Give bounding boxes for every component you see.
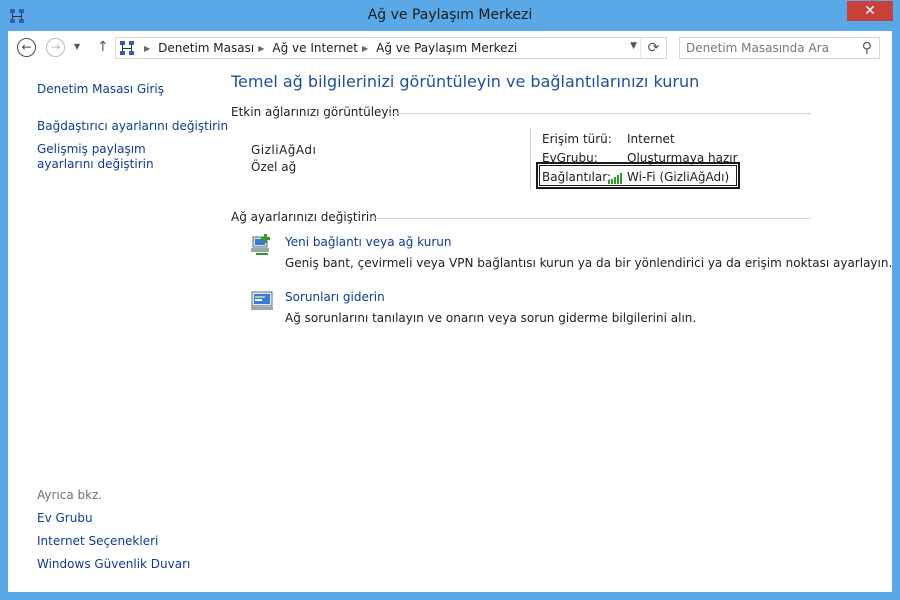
network-name: GizliAğAdı: [251, 143, 317, 157]
troubleshoot-description: Ağ sorunlarını tanılayın ve onarın veya …: [285, 311, 697, 325]
see-also-label: Ayrıca bkz.: [37, 488, 103, 502]
network-info-divider: [530, 128, 531, 190]
breadcrumb-separator-icon[interactable]: ▶: [362, 44, 368, 53]
arrow-up-icon: ↑: [97, 39, 109, 55]
close-button[interactable]: ✕: [847, 1, 893, 21]
page-title: Temel ağ bilgilerinizi görüntüleyin ve b…: [231, 72, 700, 91]
recent-locations-button[interactable]: ▼: [74, 42, 80, 51]
forward-button[interactable]: →: [46, 38, 65, 57]
window-frame: Ağ ve Paylaşım Merkezi ✕ ← → ▼ ↑ ▶ Deneti…: [0, 0, 900, 600]
breadcrumb-item[interactable]: Ağ ve Internet: [272, 41, 358, 55]
network-type: Özel ağ: [251, 160, 297, 174]
window-content: ← → ▼ ↑ ▶ Denetim Masası ▶ Ağ ve Internet ▶ A…: [8, 31, 892, 592]
section-divider: [370, 218, 811, 219]
sidebar-link-adapter-settings[interactable]: Bağdaştırıcı ayarlarını değiştirin: [37, 119, 228, 134]
arrow-right-icon: →: [50, 40, 61, 54]
chevron-down-icon: ▼: [74, 42, 81, 51]
sidebar-link-firewall[interactable]: Windows Güvenlik Duvarı: [37, 557, 190, 572]
sidebar-link-homegroup[interactable]: Ev Grubu: [37, 511, 93, 526]
navigation-bar: ← → ▼ ↑ ▶ Denetim Masası ▶ Ağ ve Internet ▶ A…: [8, 31, 892, 65]
troubleshoot-icon: [251, 291, 273, 310]
sidebar-link-internet-options[interactable]: Internet Seçenekleri: [37, 534, 158, 549]
refresh-icon: ⟳: [647, 40, 660, 56]
active-networks-section-title: Etkin ağlarınızı görüntüleyin: [231, 105, 400, 119]
wifi-signal-icon: [608, 173, 622, 184]
network-setup-icon: [251, 234, 270, 255]
sidebar-link-home[interactable]: Denetim Masası Giriş: [37, 82, 164, 97]
refresh-button[interactable]: ⟳: [640, 38, 666, 58]
breadcrumb-item[interactable]: Denetim Masası: [158, 41, 254, 55]
up-button[interactable]: ↑: [97, 39, 109, 55]
search-input[interactable]: [686, 41, 846, 55]
title-bar[interactable]: Ağ ve Paylaşım Merkezi ✕: [0, 0, 900, 32]
arrow-left-icon: ←: [21, 40, 32, 54]
section-divider: [388, 113, 811, 114]
access-type-label: Erişim türü:: [542, 132, 612, 146]
address-bar[interactable]: ▶ Denetim Masası ▶ Ağ ve Internet ▶ Ağ ve Pay…: [115, 37, 667, 59]
wifi-connection-link[interactable]: Wi-Fi (GizliAğAdı): [627, 170, 729, 184]
connections-label: Bağlantılar:: [542, 170, 611, 184]
breadcrumb-item[interactable]: Ağ ve Paylaşım Merkezi: [376, 41, 517, 55]
search-box[interactable]: ⚲: [679, 37, 880, 59]
breadcrumb-separator-icon[interactable]: ▶: [144, 44, 150, 53]
troubleshoot-link[interactable]: Sorunları giderin: [285, 290, 385, 304]
breadcrumb-separator-icon[interactable]: ▶: [258, 44, 264, 53]
change-settings-section-title: Ağ ayarlarınızı değiştirin: [231, 210, 377, 224]
control-panel-icon: [120, 41, 134, 55]
back-button[interactable]: ←: [17, 38, 36, 57]
search-icon[interactable]: ⚲: [862, 40, 872, 56]
breadcrumb: ▶ Denetim Masası ▶ Ağ ve Internet ▶ Ağ ve Pay…: [140, 41, 517, 55]
sidebar-link-advanced-sharing[interactable]: Gelişmiş paylaşım ayarlarını değiştirin: [37, 142, 197, 172]
close-icon: ✕: [864, 3, 876, 19]
new-connection-link[interactable]: Yeni bağlantı veya ağ kurun: [285, 235, 451, 249]
window-title: Ağ ve Paylaşım Merkezi: [367, 7, 533, 23]
access-type-value: Internet: [627, 132, 675, 146]
address-history-dropdown-icon[interactable]: ▼: [630, 41, 637, 51]
new-connection-description: Geniş bant, çevirmeli veya VPN bağlantıs…: [285, 256, 893, 270]
